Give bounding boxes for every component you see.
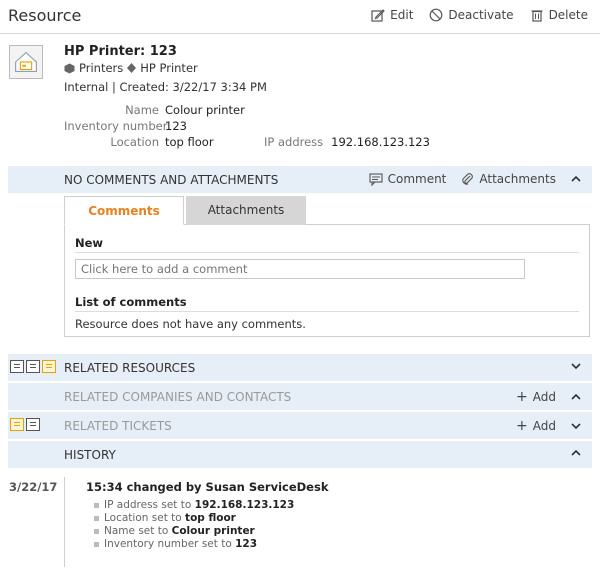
attachments-button[interactable]: Attachments [460, 172, 556, 186]
chevron-up-icon[interactable] [570, 173, 582, 185]
section-icons [10, 360, 56, 373]
breadcrumb-hp-printer[interactable]: HP Printer [140, 61, 198, 75]
comments-tabs: Comments Attachments [64, 196, 590, 225]
comments-panel: New List of comments Resource does not h… [64, 225, 590, 337]
tab-comments[interactable]: Comments [64, 196, 184, 225]
type-icon [127, 63, 137, 73]
timeline-line [64, 477, 65, 567]
delete-button[interactable]: Delete [530, 8, 588, 22]
history-section-header[interactable]: HISTORY [8, 441, 592, 468]
printer-resource-icon [9, 45, 43, 79]
divider [75, 252, 579, 253]
header-actions: Edit Deactivate Delete [371, 8, 588, 22]
edit-icon [371, 9, 385, 22]
list-item: IP address set to 192.168.123.123 [94, 499, 294, 511]
related-tickets-section-header[interactable]: RELATED TICKETS + Add [8, 412, 592, 439]
comment-icon [369, 173, 383, 186]
add-ticket-button[interactable]: + Add [516, 418, 556, 434]
chevron-up-icon[interactable] [570, 391, 582, 403]
list-item: Inventory number set to 123 [94, 538, 294, 550]
resource-meta: Internal | Created: 3/22/17 3:34 PM [64, 80, 267, 94]
resource-header: HP Printer: 123 Printers HP Printer Inte… [64, 44, 267, 94]
history-changes: IP address set to 192.168.123.123 Locati… [94, 499, 294, 551]
trash-icon [531, 10, 543, 22]
deactivate-icon [430, 8, 443, 22]
paperclip-icon [462, 173, 474, 185]
blank-doc-icon [10, 360, 24, 373]
breadcrumb: Printers HP Printer [64, 61, 267, 75]
page-title: Resource [8, 6, 82, 25]
comments-attachments-section-header[interactable]: NO COMMENTS AND ATTACHMENTS Comment Atta… [8, 166, 592, 193]
category-icon [64, 63, 75, 73]
history-entry-title: 15:34 changed by Susan ServiceDesk [86, 480, 329, 494]
top-bar: Resource Edit Deactivate Delete [0, 0, 600, 34]
section-actions: Comment Attachments [369, 172, 582, 186]
no-comments-text: Resource does not have any comments. [75, 317, 306, 331]
resource-name: HP Printer: 123 [64, 44, 177, 59]
breadcrumb-printers[interactable]: Printers [79, 61, 123, 75]
add-contact-button[interactable]: + Add [516, 389, 556, 405]
add-comment-button[interactable]: Comment [369, 172, 446, 186]
property-ip-address: IP address 192.168.123.123 [264, 135, 430, 149]
plus-icon: + [516, 418, 528, 434]
deactivate-button[interactable]: Deactivate [429, 8, 514, 22]
list-doc-icon [42, 360, 56, 373]
comments-list-heading: List of comments [75, 295, 187, 309]
history-date: 3/22/17 [9, 480, 58, 494]
new-comment-heading: New [75, 236, 104, 250]
blank-doc-icon [10, 418, 24, 431]
comment-input[interactable] [75, 259, 525, 279]
edit-button[interactable]: Edit [371, 8, 413, 22]
divider [75, 311, 579, 312]
section-title: NO COMMENTS AND ATTACHMENTS [64, 173, 279, 187]
tab-attachments[interactable]: Attachments [186, 196, 306, 225]
property-name: Name Colour printer [125, 103, 245, 117]
chevron-down-icon[interactable] [570, 420, 582, 432]
related-resources-section-header[interactable]: RELATED RESOURCES [8, 354, 592, 381]
doc-icon [26, 360, 40, 373]
list-item: Name set to Colour printer [94, 525, 294, 537]
plus-icon: + [516, 389, 528, 405]
property-location: Location top floor [110, 135, 214, 149]
doc-icon [26, 418, 40, 431]
property-inventory-number: Inventory number123 [64, 119, 187, 133]
list-item: Location set to top floor [94, 512, 294, 524]
related-companies-section-header[interactable]: RELATED COMPANIES AND CONTACTS + Add [8, 383, 592, 410]
chevron-down-icon[interactable] [570, 360, 582, 372]
chevron-up-icon[interactable] [570, 447, 582, 459]
